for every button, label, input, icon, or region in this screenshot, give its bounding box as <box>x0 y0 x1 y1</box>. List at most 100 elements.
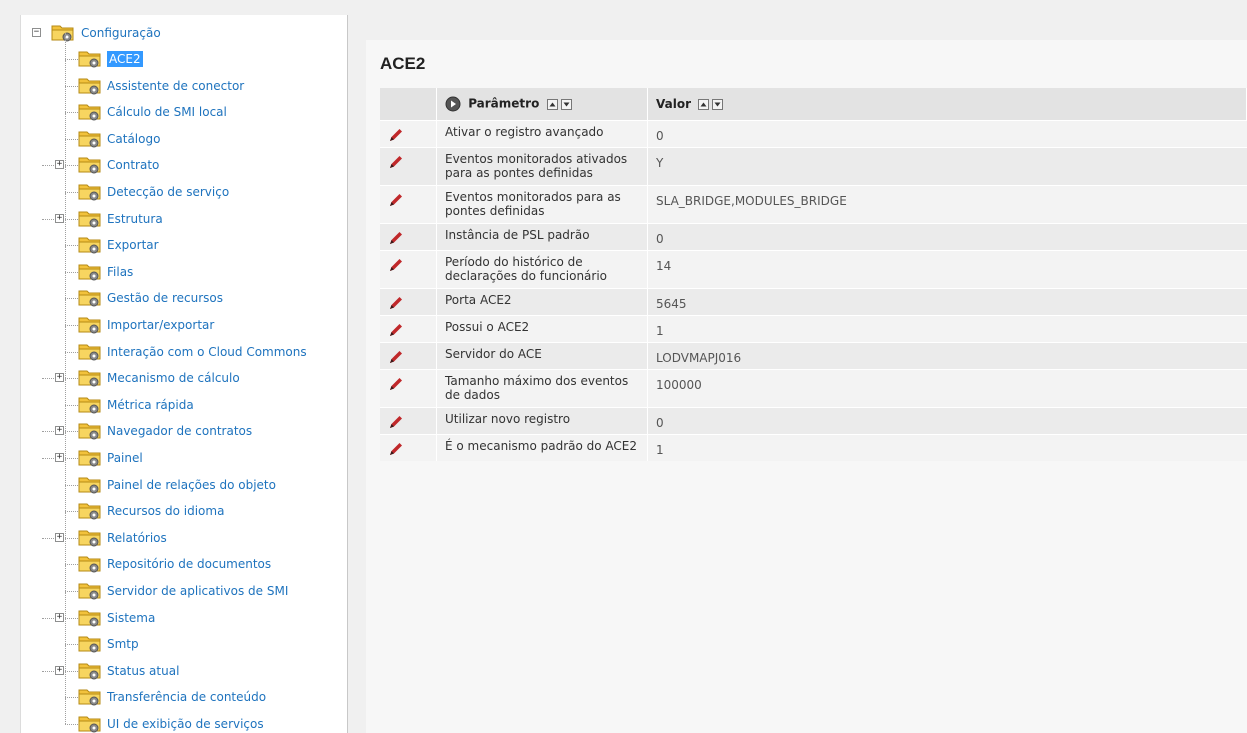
pencil-icon[interactable] <box>388 414 404 430</box>
tree-item[interactable]: Painel de relações do objeto <box>21 458 347 498</box>
tree-item-label[interactable]: Exportar <box>107 232 159 258</box>
tree-item-label[interactable]: Status atual <box>107 658 179 684</box>
tree-item-label[interactable]: Contrato <box>107 152 159 178</box>
panel-title: ACE2 <box>380 54 426 73</box>
tree-item-label[interactable]: Importar/exportar <box>107 312 214 338</box>
tree-item[interactable]: Servidor de aplicativos de SMI <box>21 565 347 604</box>
param-value-cell: 1 <box>647 434 1247 461</box>
tree-item[interactable]: + Painel <box>21 432 347 471</box>
expand-toggle-icon[interactable]: + <box>55 453 64 462</box>
play-circle-icon[interactable] <box>445 96 461 112</box>
sort-down-icon[interactable] <box>712 99 724 110</box>
folder-gear-icon <box>78 344 101 361</box>
tree-item-label[interactable]: Transferência de conteúdo <box>107 684 266 710</box>
tree-item[interactable]: + Navegador de contratos <box>21 405 347 444</box>
folder-gear-icon <box>78 450 101 467</box>
tree-item-label[interactable]: Filas <box>107 259 133 285</box>
pencil-icon[interactable] <box>388 127 404 143</box>
expand-toggle-icon[interactable]: + <box>55 612 64 622</box>
tree-item[interactable]: Métrica rápida <box>21 378 347 418</box>
tree-item[interactable]: Importar/exportar <box>21 299 347 338</box>
pencil-icon[interactable] <box>388 441 404 457</box>
tree-item-label[interactable]: UI de exibição de serviços <box>107 711 264 733</box>
expand-toggle-icon[interactable]: + <box>55 373 64 383</box>
folder-gear-icon <box>78 131 101 148</box>
tree-item[interactable]: + Relatórios <box>21 511 347 551</box>
tree-item[interactable]: + Estrutura <box>21 192 347 232</box>
tree-item[interactable]: Assistente de conector <box>21 59 347 99</box>
tree-item-label[interactable]: Sistema <box>107 605 155 631</box>
sort-up-icon[interactable] <box>546 98 558 110</box>
tree-item[interactable]: Catálogo <box>21 112 347 152</box>
detail-panel: ACE2 Parâmetro Valor Ativar o registro a… <box>366 40 1247 733</box>
tree-connector <box>65 484 78 486</box>
sort-up-icon[interactable] <box>698 99 710 110</box>
pencil-icon[interactable] <box>388 376 404 392</box>
tree-item-label[interactable]: Recursos do idioma <box>107 498 224 524</box>
param-name-cell: Servidor do ACE <box>436 342 648 370</box>
edit-cell <box>380 185 437 224</box>
tree-item-label[interactable]: Smtp <box>107 631 139 657</box>
tree-item[interactable]: Repositório de documentos <box>21 538 347 577</box>
expand-toggle-icon[interactable]: + <box>55 160 64 170</box>
pencil-icon[interactable] <box>388 295 404 311</box>
tree-item[interactable]: + Sistema <box>21 591 347 631</box>
param-value-cell: 5645 <box>647 288 1247 316</box>
param-column-header[interactable]: Parâmetro <box>436 88 648 121</box>
expand-toggle-icon[interactable]: + <box>55 426 64 436</box>
pencil-icon[interactable] <box>388 349 404 365</box>
folder-gear-icon <box>78 104 101 121</box>
tree-root[interactable]: − Configuração <box>21 20 347 46</box>
tree-item[interactable]: Cálculo de SMI local <box>21 86 347 125</box>
tree-item-label[interactable]: ACE2 <box>107 51 143 67</box>
pencil-icon[interactable] <box>388 154 404 170</box>
expand-toggle-icon[interactable]: + <box>55 532 64 542</box>
tree-item-label[interactable]: Painel <box>107 445 143 471</box>
tree-connector <box>65 112 78 114</box>
tree-item[interactable]: Smtp <box>21 618 347 657</box>
tree-item-label[interactable]: Cálculo de SMI local <box>107 99 227 125</box>
tree-item-label[interactable]: Repositório de documentos <box>107 551 271 577</box>
tree-item[interactable]: Exportar <box>21 219 347 258</box>
tree-item[interactable]: Filas <box>21 245 347 285</box>
tree-item[interactable]: + Contrato <box>21 139 347 178</box>
pencil-icon[interactable] <box>388 192 404 208</box>
value-column-header[interactable]: Valor <box>647 88 1247 121</box>
pencil-icon[interactable] <box>388 322 404 338</box>
tree-item-label[interactable]: Painel de relações do objeto <box>107 472 276 498</box>
tree-item-label[interactable]: Relatórios <box>107 525 167 551</box>
tree-item-label[interactable]: Métrica rápida <box>107 392 194 418</box>
folder-gear-icon <box>78 78 101 95</box>
tree-item[interactable]: + Mecanismo de cálculo <box>21 352 347 391</box>
tree-root-label[interactable]: Configuração <box>81 20 161 46</box>
expand-toggle-icon[interactable]: + <box>55 665 64 675</box>
tree-item-label[interactable]: Estrutura <box>107 206 163 232</box>
tree-connector <box>65 538 66 565</box>
tree-item-label[interactable]: Gestão de recursos <box>107 285 223 311</box>
collapse-toggle-icon[interactable]: − <box>32 28 41 37</box>
tree-item-label[interactable]: Interação com o Cloud Commons <box>107 339 307 365</box>
tree-item-label[interactable]: Mecanismo de cálculo <box>107 365 240 391</box>
tree-item[interactable]: ACE2 <box>21 33 347 72</box>
tree-item-label[interactable]: Navegador de contratos <box>107 418 252 444</box>
tree-item-label[interactable]: Detecção de serviço <box>107 179 229 205</box>
tree-item[interactable]: UI de exibição de serviços <box>21 698 347 733</box>
sort-down-icon[interactable] <box>560 98 572 110</box>
tree-item[interactable]: Recursos do idioma <box>21 485 347 524</box>
expand-toggle-icon[interactable]: + <box>55 213 64 223</box>
pencil-icon[interactable] <box>388 257 404 273</box>
tree-item-label[interactable]: Assistente de conector <box>107 73 244 99</box>
edit-cell <box>380 120 437 148</box>
tree-item-label[interactable]: Servidor de aplicativos de SMI <box>107 578 288 604</box>
tree-item[interactable]: Interação com o Cloud Commons <box>21 325 347 365</box>
tree-item[interactable]: Detecção de serviço <box>21 166 347 205</box>
tree-connector <box>65 192 78 193</box>
pencil-icon[interactable] <box>388 230 404 246</box>
table-row: Eventos monitorados para as pontes defin… <box>380 185 1247 224</box>
tree-item-label[interactable]: Catálogo <box>107 126 160 152</box>
tree-item[interactable]: Gestão de recursos <box>21 272 347 311</box>
tree-item[interactable]: + Status atual <box>21 644 347 684</box>
tree-item[interactable]: Transferência de conteúdo <box>21 671 347 710</box>
tree-connector <box>65 511 66 538</box>
parameters-body: Ativar o registro avançado 0 Eventos monit… <box>380 120 1247 461</box>
